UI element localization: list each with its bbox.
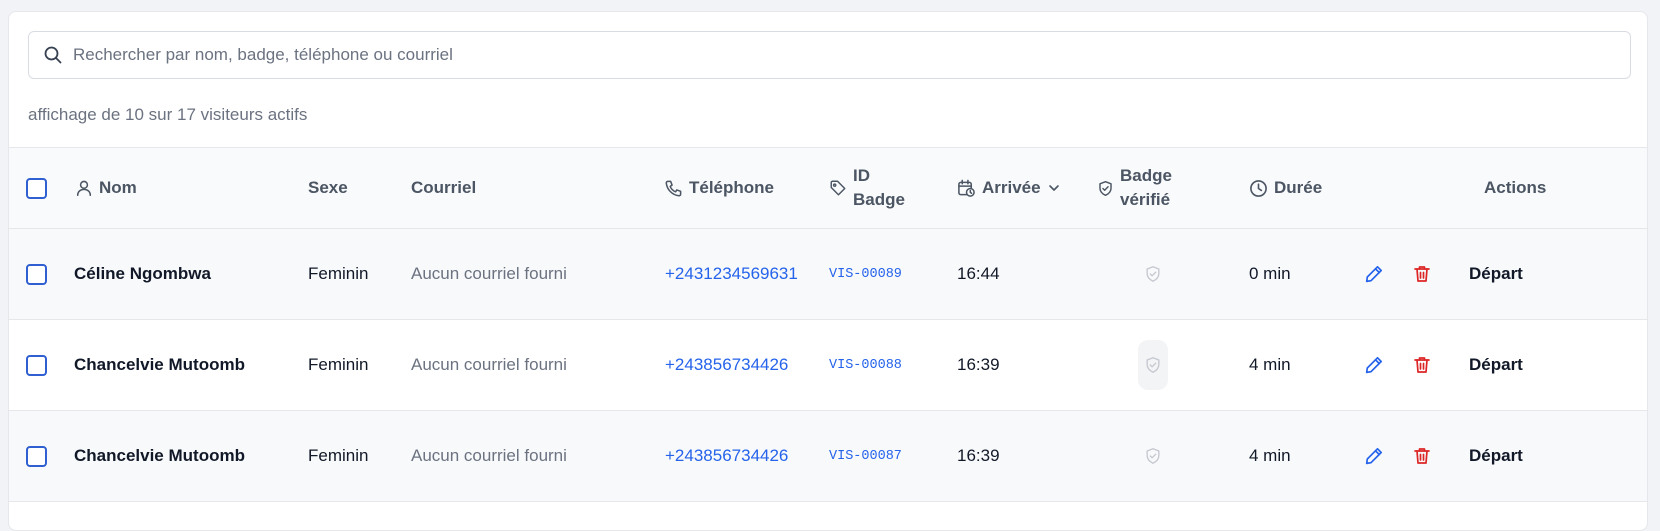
- shield-check-icon: [1146, 448, 1160, 464]
- calendar-clock-icon: [958, 179, 975, 197]
- shield-check-icon: [1146, 266, 1160, 282]
- trash-icon: [1414, 357, 1430, 373]
- delete-button[interactable]: [1408, 442, 1436, 470]
- pencil-icon: [1365, 265, 1383, 283]
- column-label-actions: Actions: [1484, 178, 1547, 198]
- visitor-email: Aucun courriel fourni: [411, 446, 567, 465]
- table-row: Chancelvie Mutoomb Feminin Aucun courrie…: [9, 411, 1647, 502]
- visitor-phone-link[interactable]: +2431234569631: [665, 264, 798, 284]
- table-header: Nom Sexe Courriel Téléphone ID Badge Arr…: [9, 148, 1647, 229]
- table-row: Chancelvie Mutoomb Feminin Aucun courrie…: [9, 320, 1647, 411]
- visitor-duration: 0 min: [1249, 264, 1291, 283]
- depart-button[interactable]: Départ: [1469, 264, 1523, 284]
- visitor-duration: 4 min: [1249, 355, 1291, 374]
- column-label-name: Nom: [99, 178, 137, 198]
- column-header-name: Nom: [75, 148, 137, 228]
- visitor-sex: Feminin: [308, 355, 369, 374]
- results-summary: affichage de 10 sur 17 visiteurs actifs: [28, 105, 308, 124]
- search-box[interactable]: [28, 31, 1631, 79]
- search-icon: [43, 45, 63, 65]
- row-checkbox[interactable]: [26, 354, 47, 376]
- tag-icon: [830, 180, 846, 196]
- visitor-badge-id: VIS-00088: [829, 357, 902, 373]
- visitor-name: Chancelvie Mutoomb: [74, 446, 245, 465]
- visitor-email: Aucun courriel fourni: [411, 264, 567, 283]
- depart-button[interactable]: Départ: [1469, 446, 1523, 466]
- edit-button[interactable]: [1360, 442, 1388, 470]
- column-label-phone: Téléphone: [689, 178, 775, 198]
- visitor-arrival-time: 16:44: [957, 264, 1000, 283]
- table-row: Céline Ngombwa Feminin Aucun courriel fo…: [9, 229, 1647, 320]
- badge-verified-status[interactable]: [1138, 431, 1168, 481]
- visitor-sex: Feminin: [308, 264, 369, 283]
- column-label-sex: Sexe: [308, 178, 348, 198]
- visitor-phone-link[interactable]: +243856734426: [665, 446, 788, 466]
- select-all-checkbox[interactable]: [26, 177, 47, 199]
- edit-button[interactable]: [1360, 260, 1388, 288]
- visitor-badge-id: VIS-00089: [829, 266, 902, 282]
- visitor-arrival-time: 16:39: [957, 446, 1000, 465]
- row-checkbox[interactable]: [26, 263, 47, 285]
- column-label-badge-verified-line2: vérifié: [1120, 190, 1171, 209]
- column-label-badge-id-line2: Badge: [853, 190, 905, 209]
- visitor-phone-link[interactable]: +243856734426: [665, 355, 788, 375]
- visitor-name: Céline Ngombwa: [74, 264, 211, 283]
- column-header-email: Courriel: [411, 148, 476, 228]
- column-header-badge-id: ID Badge: [829, 148, 905, 228]
- column-label-badge-id-line1: ID: [853, 166, 870, 186]
- column-header-actions: Actions: [1484, 148, 1546, 228]
- depart-button[interactable]: Départ: [1469, 355, 1523, 375]
- visitors-panel: affichage de 10 sur 17 visiteurs actifs …: [8, 11, 1648, 531]
- visitor-duration: 4 min: [1249, 446, 1291, 465]
- pencil-icon: [1365, 356, 1383, 374]
- user-icon: [76, 180, 92, 196]
- badge-verified-status[interactable]: [1138, 340, 1168, 390]
- column-label-duration: Durée: [1274, 178, 1323, 198]
- column-label-badge-verified-line1: Badge: [1120, 166, 1172, 186]
- delete-button[interactable]: [1408, 260, 1436, 288]
- clock-icon: [1250, 179, 1267, 197]
- trash-icon: [1414, 448, 1430, 464]
- visitor-sex: Feminin: [308, 446, 369, 465]
- visitor-badge-id: VIS-00087: [829, 448, 902, 464]
- row-checkbox[interactable]: [26, 445, 47, 467]
- shield-check-icon: [1146, 357, 1160, 373]
- column-header-arrival[interactable]: Arrivée: [957, 148, 1061, 228]
- column-header-badge-verified: Badge vérifié: [1097, 148, 1172, 228]
- visitor-arrival-time: 16:39: [957, 355, 1000, 374]
- column-header-duration: Durée: [1249, 148, 1322, 228]
- edit-button[interactable]: [1360, 351, 1388, 379]
- chevron-down-icon: [1048, 185, 1059, 191]
- trash-icon: [1414, 266, 1430, 282]
- visitor-email: Aucun courriel fourni: [411, 355, 567, 374]
- search-input[interactable]: [73, 40, 1613, 70]
- visitor-name: Chancelvie Mutoomb: [74, 355, 245, 374]
- badge-verified-status[interactable]: [1138, 249, 1168, 299]
- column-label-arrival: Arrivée: [982, 178, 1041, 198]
- pencil-icon: [1365, 447, 1383, 465]
- column-label-email: Courriel: [411, 178, 477, 198]
- shield-check-icon: [1099, 180, 1112, 196]
- column-header-sex: Sexe: [308, 148, 348, 228]
- visitors-table: Nom Sexe Courriel Téléphone ID Badge Arr…: [9, 147, 1647, 502]
- phone-icon: [665, 180, 682, 196]
- delete-button[interactable]: [1408, 351, 1436, 379]
- column-header-phone: Téléphone: [664, 148, 774, 228]
